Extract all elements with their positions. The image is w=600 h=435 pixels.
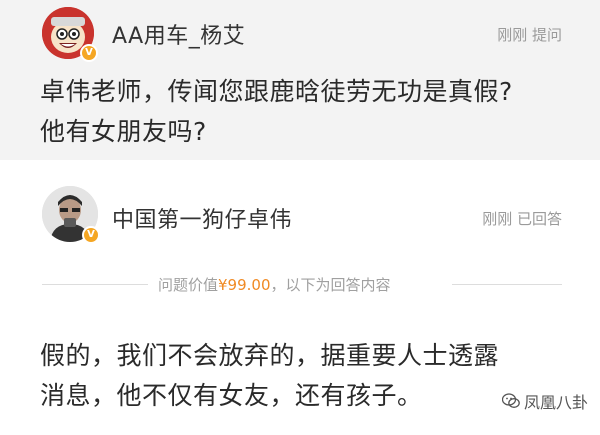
qa-screen: V AA用车_杨艾 刚刚 提问 卓伟老师，传闻您跟鹿晗徒劳无功是真假? 他有女朋… bbox=[0, 0, 600, 435]
answerer-username[interactable]: 中国第一狗仔卓伟 bbox=[112, 202, 292, 234]
asker-username[interactable]: AA用车_杨艾 bbox=[112, 18, 245, 50]
answer-line-2: 消息，他不仅有女友，还有孩子。 bbox=[40, 381, 423, 410]
wechat-icon bbox=[501, 393, 520, 408]
verified-badge-icon: V bbox=[80, 44, 98, 62]
divider-right bbox=[452, 284, 562, 285]
question-line-2: 他有女朋友吗? bbox=[40, 117, 207, 146]
price-prefix: 问题价值 bbox=[158, 276, 219, 294]
divider-left bbox=[42, 284, 148, 285]
answer-meta: 刚刚 已回答 bbox=[482, 210, 562, 228]
question-line-1: 卓伟老师，传闻您跟鹿晗徒劳无功是真假? bbox=[40, 77, 513, 106]
verified-badge-icon: V bbox=[82, 226, 100, 244]
answer-text: 假的，我们不会放弃的，据重要人士透露 消息，他不仅有女友，还有孩子。 bbox=[40, 336, 580, 416]
watermark-text: 凤凰八卦 bbox=[523, 393, 588, 412]
answer-line-1: 假的，我们不会放弃的，据重要人士透露 bbox=[40, 341, 500, 370]
price-suffix: ，以下为回答内容 bbox=[270, 276, 391, 294]
price-divider: 问题价值¥99.00，以下为回答内容 bbox=[158, 274, 448, 295]
question-meta: 刚刚 提问 bbox=[497, 26, 562, 44]
watermark: 凤凰八卦 bbox=[501, 389, 588, 413]
question-card: V AA用车_杨艾 刚刚 提问 卓伟老师，传闻您跟鹿晗徒劳无功是真假? 他有女朋… bbox=[0, 0, 600, 160]
question-text: 卓伟老师，传闻您跟鹿晗徒劳无功是真假? 他有女朋友吗? bbox=[40, 72, 570, 152]
price-value: ¥99.00 bbox=[218, 276, 271, 294]
